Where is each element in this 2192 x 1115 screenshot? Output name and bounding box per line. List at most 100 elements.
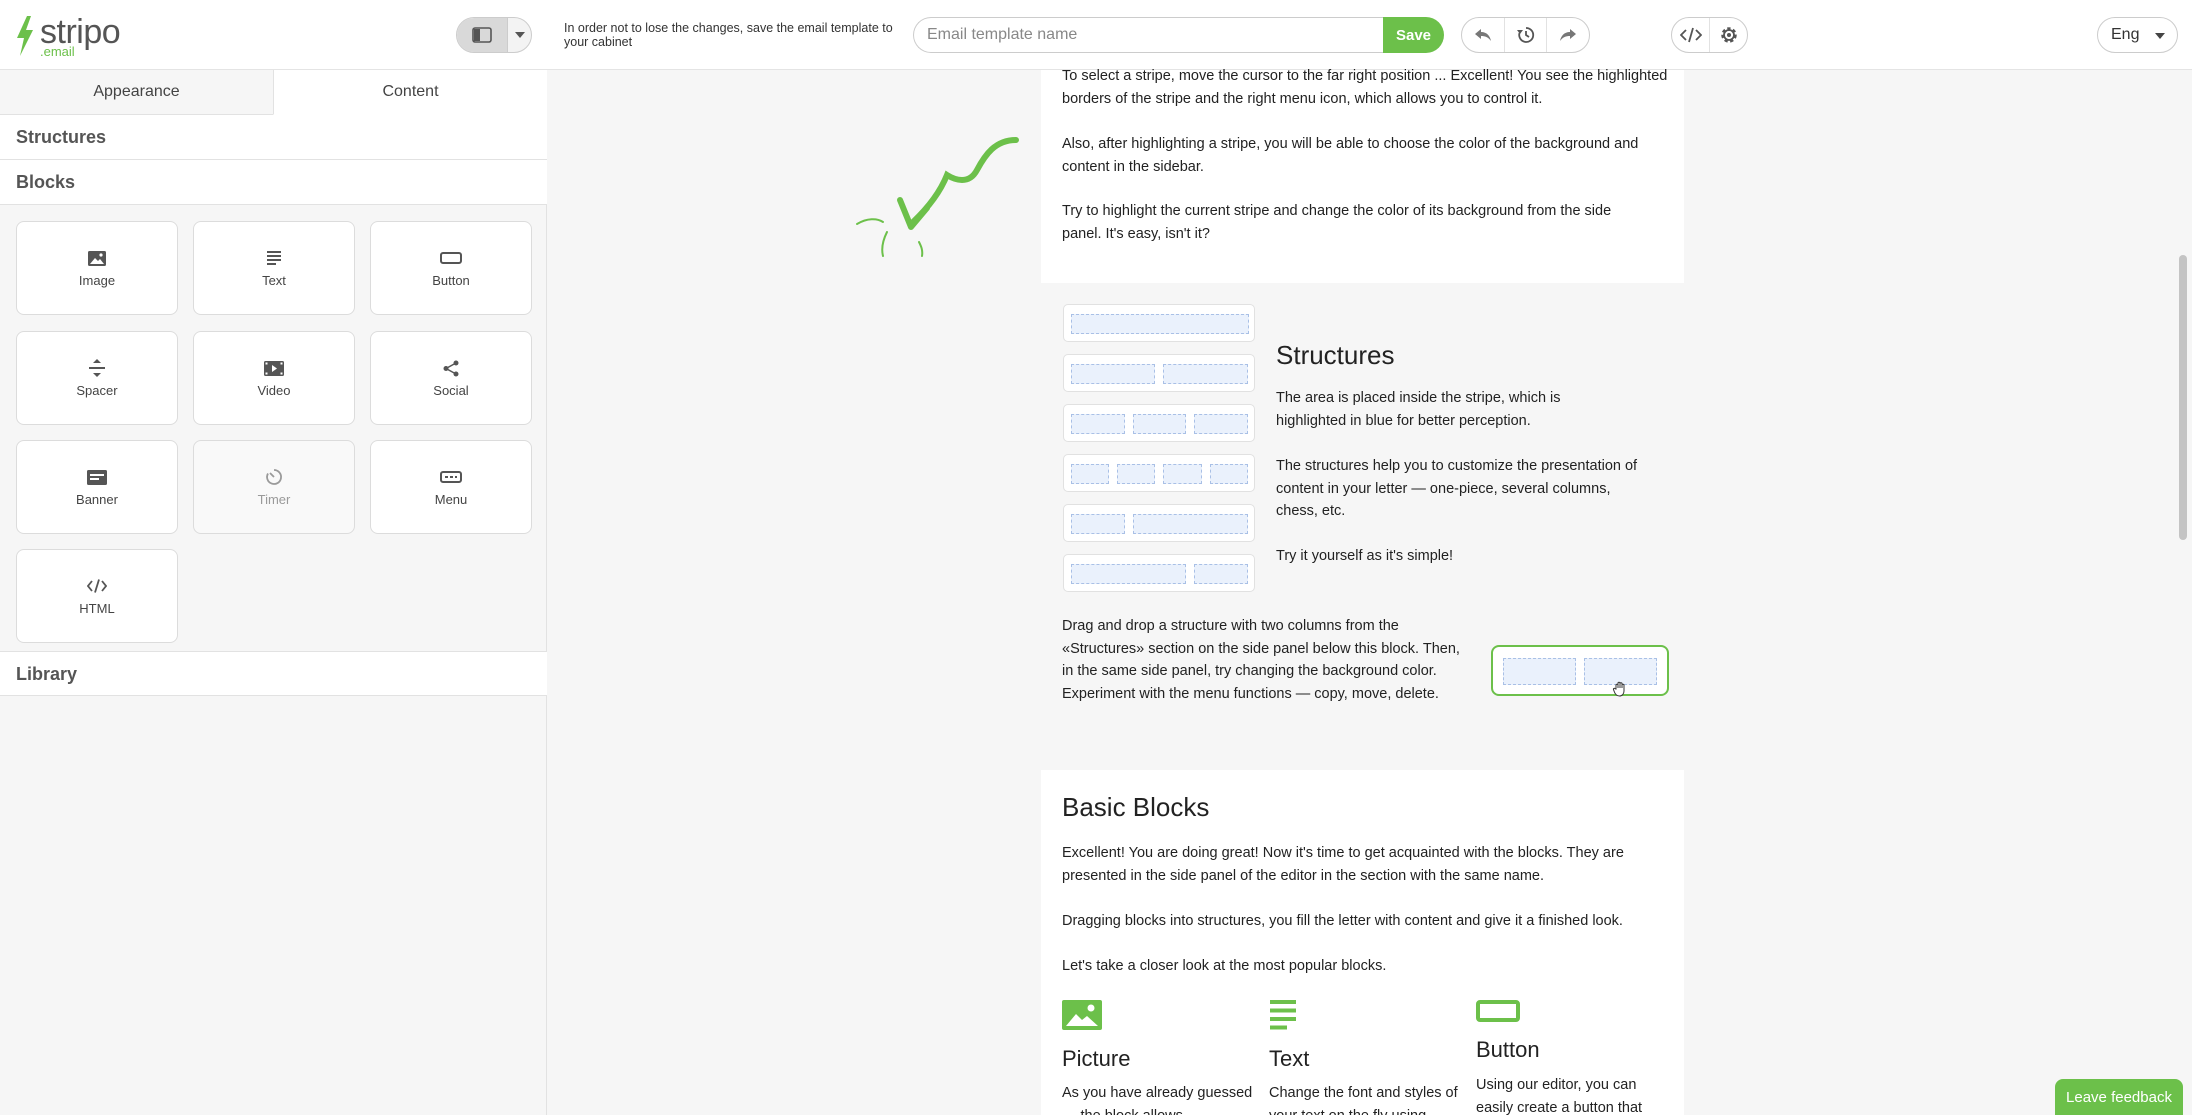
drag-structure-demo	[1491, 645, 1669, 696]
history-controls	[1461, 17, 1590, 53]
text-icon	[267, 250, 281, 265]
spacer-icon	[89, 359, 105, 377]
block-html[interactable]: HTML	[16, 549, 178, 643]
share-icon	[443, 360, 459, 376]
canvas-scrollbar[interactable]	[2179, 255, 2187, 540]
structure-cell	[1117, 464, 1155, 484]
block-label: Social	[433, 383, 469, 398]
logo-subtext: .email	[40, 44, 75, 59]
tools-controls	[1671, 17, 1748, 53]
block-spacer[interactable]: Spacer	[16, 331, 178, 425]
button-title: Button	[1476, 1037, 1540, 1062]
block-menu[interactable]: Menu	[370, 440, 532, 534]
structure-sample-1col	[1063, 304, 1255, 342]
button-outline-icon	[1476, 1000, 1520, 1022]
block-label: Video	[257, 383, 291, 398]
language-value: Eng	[2111, 26, 2140, 43]
code-icon	[87, 579, 107, 593]
chevron-down-icon	[514, 32, 525, 38]
template-name-input[interactable]	[913, 17, 1385, 53]
stripe-intro-p1: To select a stripe, move the cursor to t…	[1062, 68, 1668, 107]
structure-cell	[1194, 414, 1248, 434]
structures-p1: The area is placed inside the stripe, wh…	[1276, 390, 1561, 429]
button-icon	[440, 252, 462, 264]
block-label: Banner	[76, 492, 118, 507]
undo-icon	[1474, 29, 1491, 41]
tab-content[interactable]: Content	[273, 70, 547, 115]
undo-button[interactable]	[1462, 18, 1504, 52]
block-label: Image	[78, 273, 116, 288]
text-lines-icon	[1270, 1000, 1296, 1030]
structure-sample-3col	[1063, 404, 1255, 442]
structure-sample-4col	[1063, 454, 1255, 492]
grab-cursor-icon	[1612, 681, 1625, 697]
stripe-intro-p3: Try to highlight the current stripe and …	[1062, 203, 1612, 242]
top-toolbar: stripo .email In order not to lose the c…	[0, 0, 2192, 70]
block-video[interactable]: Video	[193, 331, 355, 425]
picture-text: As you have already guessed — the block …	[1062, 1085, 1253, 1115]
block-image[interactable]: Image	[16, 221, 178, 315]
block-label: Spacer	[76, 383, 118, 398]
block-text[interactable]: Text	[193, 221, 355, 315]
redo-button[interactable]	[1546, 18, 1589, 52]
library-section-header[interactable]: Library	[0, 651, 547, 696]
timer-icon	[266, 469, 282, 485]
structure-cell	[1071, 364, 1155, 384]
structures-p3: Try it yourself as it's simple!	[1276, 548, 1454, 564]
stripo-logo[interactable]: stripo .email	[14, 14, 134, 59]
layout-dropdown-button[interactable]	[507, 18, 531, 52]
block-label: Timer	[257, 492, 291, 507]
layout-view-button[interactable]	[457, 18, 507, 52]
blocks-section-header[interactable]: Blocks	[0, 160, 547, 205]
layout-toggle[interactable]	[456, 17, 532, 53]
structure-cell	[1163, 364, 1248, 384]
block-label: Button	[432, 273, 470, 288]
structures-p2: The structures help you to customize the…	[1276, 458, 1638, 519]
video-icon	[264, 360, 284, 376]
block-label: HTML	[79, 601, 115, 616]
structures-section-header[interactable]: Structures	[0, 115, 547, 160]
structures-title: Structures	[1276, 340, 1395, 370]
basic-blocks-p3: Let's take a closer look at the most pop…	[1062, 958, 1387, 974]
side-panel: Appearance Content Structures Blocks Ima…	[0, 70, 547, 1115]
structure-cell	[1071, 414, 1125, 434]
structure-cell	[1071, 514, 1125, 534]
image-icon	[88, 250, 106, 266]
decorative-arrow-icon	[856, 137, 1019, 257]
structure-sample-2-1col	[1063, 554, 1255, 592]
save-button[interactable]: Save	[1383, 17, 1444, 53]
structure-cell	[1071, 314, 1249, 334]
structure-cell	[1163, 464, 1202, 484]
block-social[interactable]: Social	[370, 331, 532, 425]
code-editor-button[interactable]	[1672, 18, 1709, 52]
structure-cell	[1071, 464, 1109, 484]
leave-feedback-button[interactable]: Leave feedback	[2055, 1079, 2183, 1115]
picture-title: Picture	[1062, 1046, 1131, 1071]
structure-sample-2col	[1063, 354, 1255, 392]
history-icon	[1516, 27, 1534, 43]
structure-cell	[1071, 564, 1186, 584]
block-label: Menu	[434, 492, 468, 507]
tab-appearance[interactable]: Appearance	[0, 70, 273, 115]
save-hint-text: In order not to lose the changes, save t…	[564, 21, 893, 49]
banner-icon	[87, 469, 107, 485]
structure-sample-1-2col	[1063, 504, 1255, 542]
layout-panel-icon	[472, 27, 492, 43]
basic-blocks-title: Basic Blocks	[1062, 792, 1210, 822]
block-label: Text	[262, 273, 286, 288]
structures-p4: Drag and drop a structure with two colum…	[1062, 618, 1460, 702]
block-timer[interactable]: Timer	[193, 440, 355, 534]
structure-cell	[1133, 514, 1248, 534]
menu-icon	[440, 471, 462, 483]
history-button[interactable]	[1503, 18, 1547, 52]
code-icon	[1679, 27, 1702, 43]
block-button[interactable]: Button	[370, 221, 532, 315]
structure-cell	[1133, 414, 1186, 434]
settings-button[interactable]	[1709, 18, 1747, 52]
text-text: Change the font and styles of your text …	[1269, 1085, 1458, 1115]
block-banner[interactable]: Banner	[16, 440, 178, 534]
basic-blocks-p1: Excellent! You are doing great! Now it's…	[1062, 845, 1624, 884]
structure-cell	[1194, 564, 1248, 584]
stripe-intro-p2: Also, after highlighting a stripe, you w…	[1062, 136, 1639, 175]
language-select[interactable]: Eng	[2097, 17, 2178, 53]
